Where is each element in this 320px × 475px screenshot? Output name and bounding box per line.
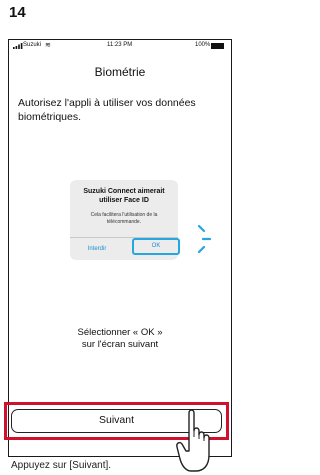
battery-icon [211, 42, 224, 49]
dialog-message: Cela facilitera l'utilisation de la télé… [74, 212, 174, 226]
face-id-permission-dialog: Suzuki Connect aimerait utiliser Face ID… [70, 180, 180, 260]
step-number: 14 [9, 4, 26, 21]
battery-percent: 100% [195, 42, 211, 48]
deny-button[interactable]: Interdir [70, 239, 124, 259]
signal-icon [13, 43, 23, 49]
description-text: Autorisez l'appli à utiliser vos données… [18, 97, 196, 123]
instruction-text: Sélectionner « OK » sur l'écran suivant [9, 327, 231, 351]
ok-button[interactable]: OK [132, 238, 180, 255]
wifi-icon: ≋ [45, 42, 51, 49]
page-title: Biométrie [94, 65, 146, 79]
carrier-name: Suzuki [23, 42, 42, 48]
caption-text: Appuyez sur [Suivant]. [11, 460, 112, 471]
dialog-title-line-2: utiliser Face ID [99, 196, 149, 204]
dialog-title-line-1: Suzuki Connect aimerait [83, 188, 165, 195]
tap-indicator-icon [197, 224, 212, 254]
instruction-line-2: sur l'écran suivant [81, 339, 159, 350]
status-bar: Suzuki ≋ 11:23 PM 100% [9, 40, 231, 52]
dialog-message-line-2: télécommande. [106, 219, 142, 225]
dialog-title: Suzuki Connect aimerait utiliser Face ID [70, 188, 178, 205]
instruction-line-1: Sélectionner « OK » [77, 327, 163, 338]
pointing-hand-icon [176, 409, 210, 472]
dialog-message-line-1: Cela facilitera l'utilisation de la [90, 212, 158, 218]
status-time: 11:23 PM [107, 42, 133, 48]
